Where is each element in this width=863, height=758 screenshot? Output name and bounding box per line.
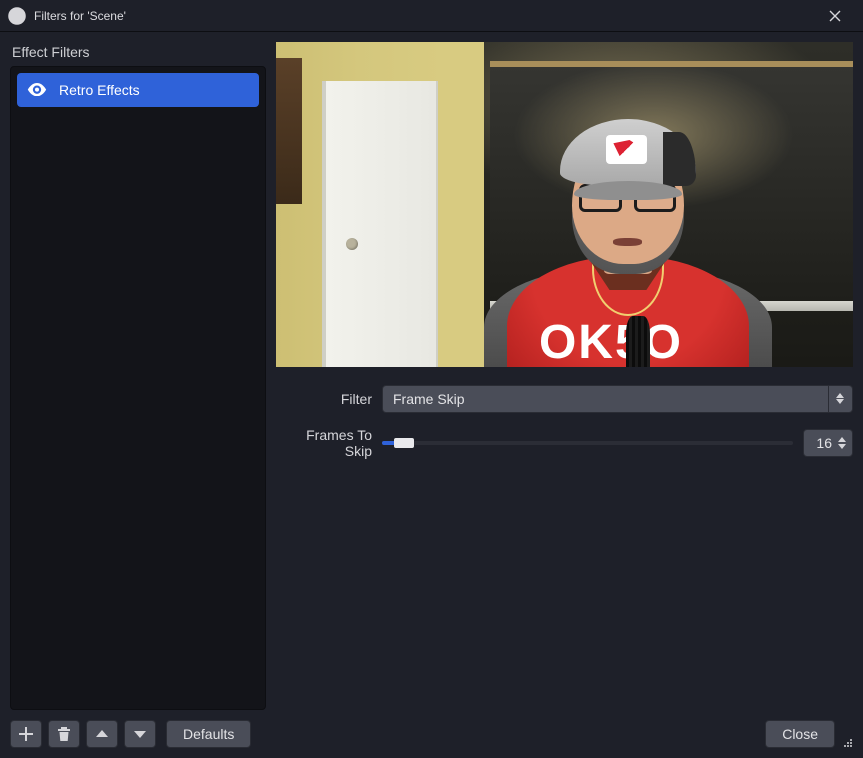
filter-type-value: Frame Skip xyxy=(393,391,828,407)
obs-logo-icon xyxy=(8,7,26,25)
filter-property-label: Filter xyxy=(276,391,372,407)
visibility-eye-icon[interactable] xyxy=(27,83,47,97)
filter-properties-panel: OK5O Filter Frame Skip xyxy=(276,42,853,710)
slider-thumb[interactable] xyxy=(394,438,414,448)
plus-icon xyxy=(18,726,34,742)
footer: Defaults Close xyxy=(0,710,863,758)
move-filter-down-button[interactable] xyxy=(124,720,156,748)
move-filter-up-button[interactable] xyxy=(86,720,118,748)
effect-filters-header: Effect Filters xyxy=(10,42,266,66)
filter-type-dropdown[interactable]: Frame Skip xyxy=(382,385,853,413)
chevron-down-icon xyxy=(132,726,148,742)
trash-icon xyxy=(56,726,72,742)
close-icon xyxy=(829,10,841,22)
resize-grip-icon[interactable] xyxy=(841,736,853,748)
chevron-up-icon xyxy=(94,726,110,742)
preview-shirt-text: OK5O xyxy=(539,315,683,366)
frames-to-skip-input[interactable] xyxy=(804,435,834,451)
dropdown-chevrons-icon xyxy=(828,386,846,412)
close-button[interactable]: Close xyxy=(765,720,835,748)
add-filter-button[interactable] xyxy=(10,720,42,748)
preview-area: OK5O xyxy=(276,42,853,367)
window-title: Filters for 'Scene' xyxy=(34,9,815,23)
filter-item-label: Retro Effects xyxy=(59,82,140,98)
frames-to-skip-slider[interactable] xyxy=(382,441,793,445)
defaults-button[interactable]: Defaults xyxy=(166,720,251,748)
window-close-button[interactable] xyxy=(815,0,855,32)
effect-filters-sidebar: Effect Filters Retro Effects xyxy=(10,42,266,710)
frames-to-skip-spinbox[interactable] xyxy=(803,429,853,457)
spin-up-icon[interactable] xyxy=(838,437,846,442)
remove-filter-button[interactable] xyxy=(48,720,80,748)
filter-item-retro-effects[interactable]: Retro Effects xyxy=(17,73,259,107)
frames-to-skip-label: Frames To Skip xyxy=(276,427,372,459)
spin-down-icon[interactable] xyxy=(838,444,846,449)
titlebar: Filters for 'Scene' xyxy=(0,0,863,32)
filter-list[interactable]: Retro Effects xyxy=(10,66,266,710)
